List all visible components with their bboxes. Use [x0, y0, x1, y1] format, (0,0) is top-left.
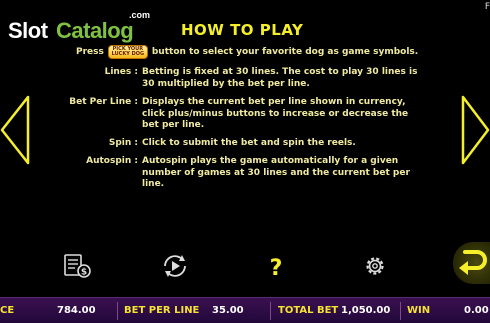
rule-label: Spin : — [108, 138, 138, 148]
win-label: WIN — [407, 305, 431, 316]
total-bet-value: 1,050.00 — [341, 305, 391, 316]
rule-label: Bet Per Line : — [69, 97, 138, 107]
settings-gear-icon[interactable] — [360, 253, 390, 279]
svg-text:?: ? — [270, 256, 283, 279]
bet-per-line-value: 35.00 — [212, 305, 244, 316]
rule-spin: Spin : Click to submit the bet and spin … — [109, 138, 422, 150]
rule-lines: Lines : Betting is fixed at 30 lines. Th… — [105, 67, 422, 90]
rule-text: Displays the current bet per line shown … — [142, 97, 409, 130]
pick-button-line2: LUCKY DOG — [111, 51, 145, 57]
status-bar: CE 784.00 BET PER LINE 35.00 TOTAL BET 1… — [0, 297, 490, 323]
balance-label: CE — [0, 305, 15, 316]
bet-per-line-label: BET PER LINE — [124, 305, 200, 316]
autoplay-icon[interactable] — [160, 253, 190, 279]
previous-page-arrow-icon[interactable] — [0, 95, 32, 165]
back-button[interactable] — [453, 242, 490, 284]
bottom-toolbar: $ ? — [0, 245, 490, 285]
pick-lucky-dog-button-image: PICK YOUR LUCKY DOG — [107, 45, 148, 59]
status-divider — [117, 302, 118, 320]
back-arrow-icon — [459, 250, 487, 275]
rule-text: Autospin plays the game automatically fo… — [142, 156, 410, 189]
rule-text: Betting is fixed at 30 lines. The cost t… — [142, 67, 418, 89]
balance-value: 784.00 — [57, 305, 96, 316]
slotcatalog-watermark: .com Slot Catalog — [8, 10, 150, 44]
watermark-catalog: Catalog — [56, 18, 134, 43]
win-value: 0.00 — [464, 305, 489, 316]
rule-label: Lines : — [104, 67, 138, 77]
status-divider — [400, 302, 401, 320]
corner-text: F — [484, 2, 490, 12]
press-instruction: Press PICK YOUR LUCKY DOG button to sele… — [76, 45, 418, 59]
paytable-money-icon[interactable]: $ — [62, 253, 92, 279]
help-title: HOW TO PLAY — [181, 21, 304, 39]
press-before-text: Press — [76, 47, 104, 57]
press-after-text: button to select your favorite dog as ga… — [151, 47, 419, 57]
svg-text:$: $ — [81, 268, 87, 278]
rule-autospin: Autospin : Autospin plays the game autom… — [86, 156, 412, 191]
watermark-slot: Slot — [8, 18, 48, 43]
rule-label: Autospin : — [86, 156, 138, 166]
help-icon[interactable]: ? — [261, 253, 291, 279]
rule-text: Click to submit the bet and spin the ree… — [142, 138, 356, 148]
next-page-arrow-icon[interactable] — [460, 95, 490, 165]
rule-bet-per-line: Bet Per Line : Displays the current bet … — [69, 97, 422, 132]
status-divider — [270, 302, 271, 320]
total-bet-label: TOTAL BET — [278, 305, 339, 316]
